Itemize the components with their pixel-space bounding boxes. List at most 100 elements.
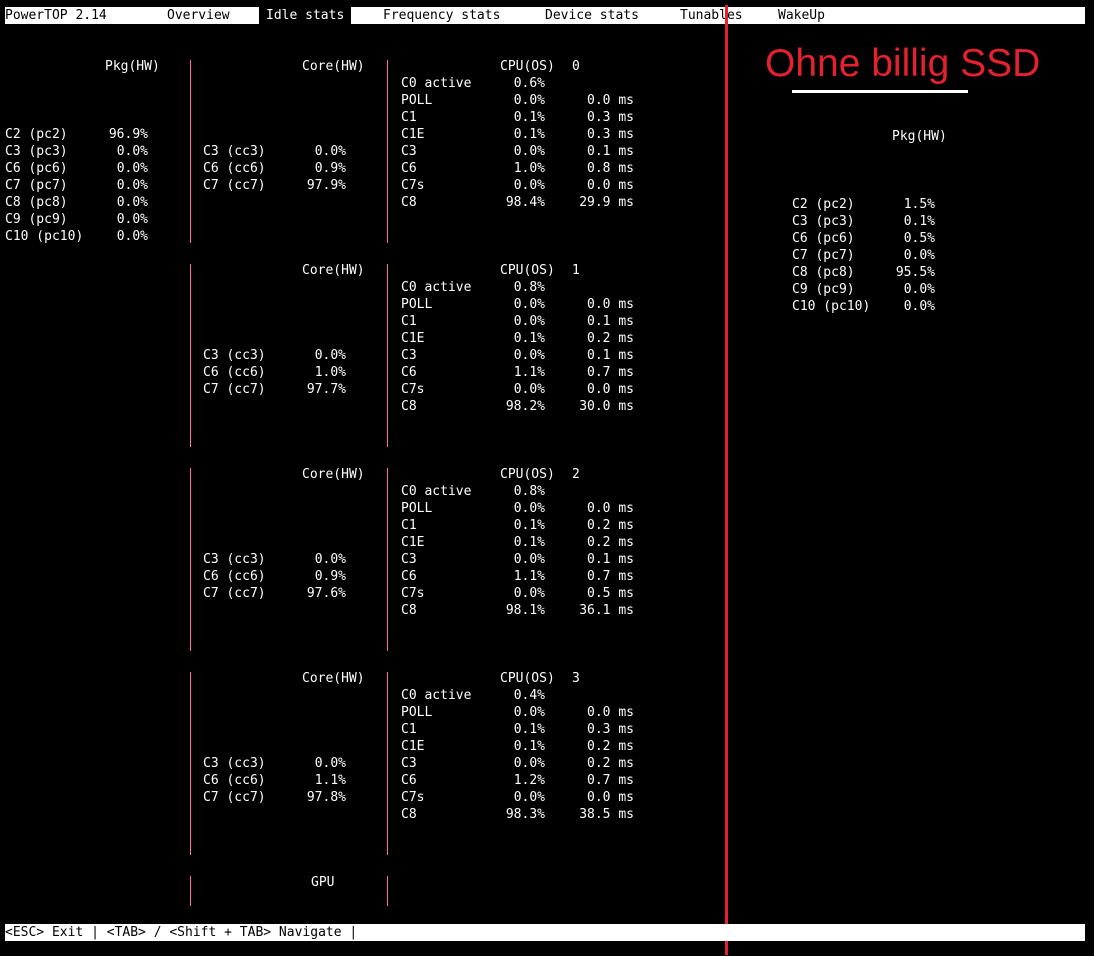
cpu-state-label: C1E (401, 127, 425, 142)
compare-pkg-label: C6 (pc6) (792, 231, 855, 246)
compare-pkg-label: C8 (pc8) (792, 265, 855, 280)
cpu-state-residency: 0.7 ms (587, 569, 634, 584)
tab-wakeup[interactable]: WakeUp (778, 7, 825, 24)
compare-pkg-value: 0.5% (903, 231, 935, 246)
cpu-state-label: C8 (401, 195, 417, 210)
cpu-state-residency: 0.0 ms (587, 501, 634, 516)
column-separator (190, 60, 191, 243)
cpu-state-percent: 0.0% (513, 705, 545, 720)
cpu-state-percent: 98.2% (505, 399, 545, 414)
cpu-state-residency: 0.0 ms (587, 178, 634, 193)
cpu-state-label: C7s (401, 586, 425, 601)
cpu-state-label: POLL (401, 297, 433, 312)
pkg-header: Pkg(HW) (105, 59, 160, 74)
cpu-state-residency: 36.1 ms (579, 603, 634, 618)
core-state-label: C6 (cc6) (203, 365, 266, 380)
cpu-active-label: C0 active (401, 76, 472, 91)
tab-tunables[interactable]: Tunables (680, 7, 743, 24)
cpu-state-percent: 0.0% (513, 756, 545, 771)
core-state-value: 97.8% (306, 790, 346, 805)
column-separator (387, 672, 388, 855)
cpu-active-value: 0.4% (513, 688, 545, 703)
cpu-header: CPU(OS) (500, 467, 555, 482)
cpu-state-label: C3 (401, 144, 417, 159)
cpu-active-value: 0.8% (513, 280, 545, 295)
core-state-label: C7 (cc7) (203, 382, 266, 397)
cpu-state-label: C6 (401, 569, 417, 584)
status-bar: <ESC> Exit | <TAB> / <Shift + TAB> Navig… (5, 924, 1085, 941)
cpu-state-residency: 0.2 ms (587, 756, 634, 771)
cpu-state-percent: 0.0% (513, 501, 545, 516)
pkg-state-value: 96.9% (108, 127, 148, 142)
cpu-state-percent: 0.1% (513, 110, 545, 125)
cpu-state-residency: 0.0 ms (587, 790, 634, 805)
compare-pkg-value: 0.0% (903, 282, 935, 297)
cpu-state-residency: 30.0 ms (579, 399, 634, 414)
cpu-state-residency: 0.5 ms (587, 586, 634, 601)
cpu-id: 2 (572, 467, 580, 482)
core-state-label: C7 (cc7) (203, 178, 266, 193)
compare-pkg-label: C2 (pc2) (792, 197, 855, 212)
cpu-state-label: C8 (401, 603, 417, 618)
core-state-value: 0.0% (314, 552, 346, 567)
core-state-value: 0.0% (314, 348, 346, 363)
cpu-state-percent: 0.0% (513, 348, 545, 363)
core-state-label: C6 (cc6) (203, 569, 266, 584)
annotation-underline (792, 90, 968, 93)
cpu-state-label: C3 (401, 348, 417, 363)
core-state-label: C3 (cc3) (203, 552, 266, 567)
cpu-state-label: C8 (401, 399, 417, 414)
column-separator (190, 672, 191, 855)
core-state-value: 0.9% (314, 161, 346, 176)
column-separator (190, 264, 191, 447)
cpu-state-percent: 0.1% (513, 722, 545, 737)
cpu-header: CPU(OS) (500, 671, 555, 686)
divider-line (725, 5, 728, 955)
cpu-state-label: C3 (401, 552, 417, 567)
core-header: Core(HW) (302, 59, 365, 74)
compare-pkg-label: C10 (pc10) (792, 299, 871, 314)
cpu-active-label: C0 active (401, 484, 472, 499)
tab-device-stats[interactable]: Device stats (545, 7, 639, 24)
cpu-state-label: C1 (401, 314, 417, 329)
cpu-state-percent: 0.0% (513, 93, 545, 108)
cpu-state-residency: 0.1 ms (587, 314, 634, 329)
tab-overview[interactable]: Overview (167, 7, 230, 24)
core-state-value: 0.9% (314, 569, 346, 584)
column-separator (387, 468, 388, 651)
pkg-state-label: C3 (pc3) (5, 144, 68, 159)
gpu-header: GPU (311, 875, 335, 890)
core-state-label: C3 (cc3) (203, 144, 266, 159)
pkg-state-label: C6 (pc6) (5, 161, 68, 176)
cpu-state-residency: 0.7 ms (587, 773, 634, 788)
cpu-state-residency: 0.8 ms (587, 161, 634, 176)
cpu-id: 0 (572, 59, 580, 74)
core-header: Core(HW) (302, 671, 365, 686)
cpu-state-label: POLL (401, 93, 433, 108)
cpu-active-value: 0.6% (513, 76, 545, 91)
core-state-value: 0.0% (314, 144, 346, 159)
cpu-state-label: C7s (401, 382, 425, 397)
compare-pkg-value: 0.0% (903, 248, 935, 263)
core-state-value: 1.1% (314, 773, 346, 788)
cpu-state-percent: 1.2% (513, 773, 545, 788)
core-header: Core(HW) (302, 263, 365, 278)
compare-pkg-value: 1.5% (903, 197, 935, 212)
cpu-state-label: C1E (401, 535, 425, 550)
cpu-state-residency: 0.2 ms (587, 535, 634, 550)
pkg-state-label: C8 (pc8) (5, 195, 68, 210)
cpu-state-residency: 0.1 ms (587, 144, 634, 159)
column-separator (387, 60, 388, 243)
cpu-state-label: POLL (401, 501, 433, 516)
core-state-label: C3 (cc3) (203, 348, 266, 363)
cpu-state-percent: 0.0% (513, 144, 545, 159)
cpu-state-residency: 0.0 ms (587, 297, 634, 312)
pkg-state-value: 0.0% (116, 195, 148, 210)
pkg-state-value: 0.0% (116, 178, 148, 193)
core-state-label: C6 (cc6) (203, 773, 266, 788)
cpu-state-percent: 0.1% (513, 127, 545, 142)
cpu-state-residency: 0.2 ms (587, 518, 634, 533)
tab-idle-stats[interactable]: Idle stats (259, 7, 352, 24)
tab-frequency-stats[interactable]: Frequency stats (383, 7, 500, 24)
pkg-state-label: C7 (pc7) (5, 178, 68, 193)
